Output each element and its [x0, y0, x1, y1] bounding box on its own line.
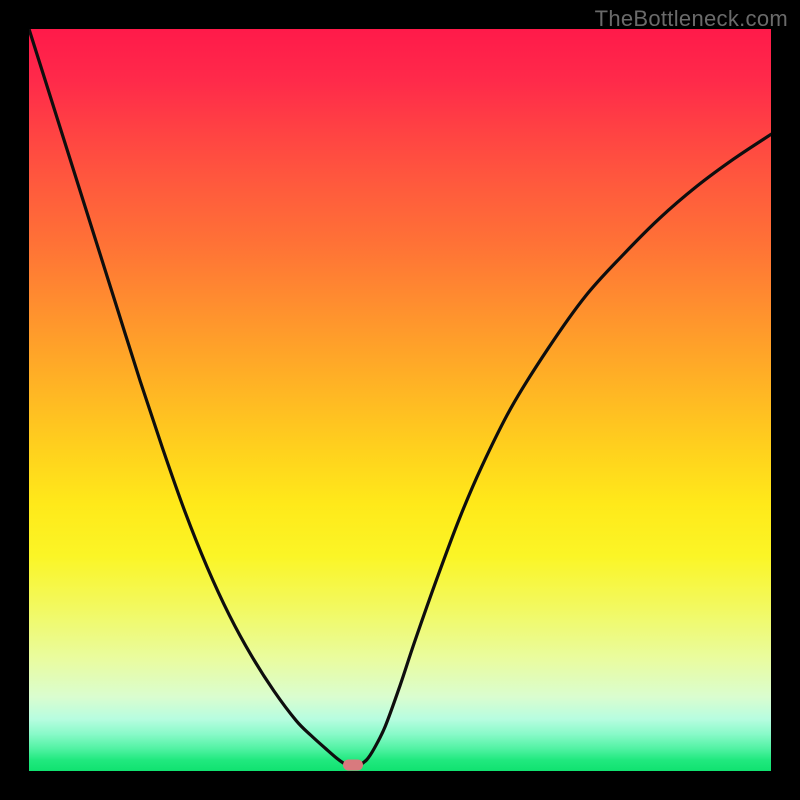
- minimum-marker: [343, 760, 363, 771]
- curve-svg: [29, 29, 771, 771]
- curve-path: [29, 29, 771, 767]
- watermark-text: TheBottleneck.com: [595, 6, 788, 32]
- curve-layer: [29, 29, 771, 771]
- chart-frame: [29, 29, 771, 771]
